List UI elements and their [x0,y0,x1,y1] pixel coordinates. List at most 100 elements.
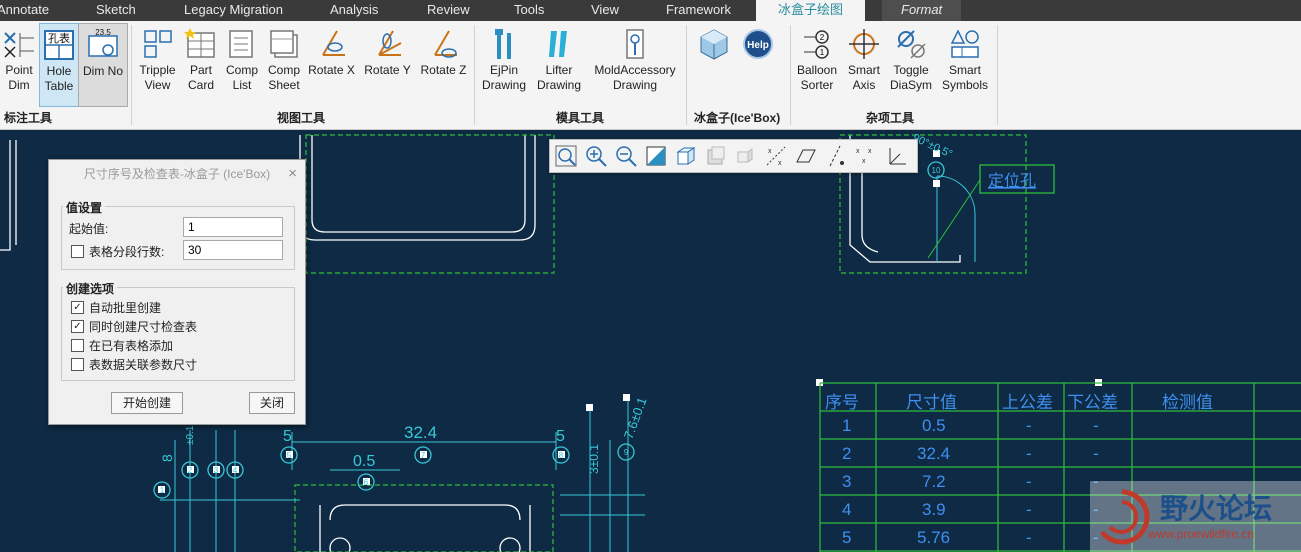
table-cell: 7.2 [922,472,946,491]
start-value-input[interactable] [183,217,283,237]
tripple-view-icon [143,30,172,58]
ejpin-drawing-button[interactable]: EjPin Drawing [478,23,530,105]
rotate-x-button[interactable]: Rotate X [305,23,358,105]
table-cell: - [1026,444,1032,463]
close-button[interactable]: 关闭 [249,392,295,414]
comp-list-button[interactable]: Comp List [222,23,262,105]
view-frames [294,134,1027,552]
group-label-misc-tools: 杂项工具 [866,111,915,125]
group-label-mold-tools: 模具工具 [556,111,605,125]
svg-text:1: 1 [820,48,825,57]
tab-sketch[interactable]: Sketch [96,0,136,21]
icebox-cube-icon [700,29,728,60]
hole-table-label: Hole Table [44,64,74,93]
group-label-view-tools: 视图工具 [277,111,326,125]
tab-format[interactable]: Format [882,0,962,21]
append-existing-table-label: 在已有表格添加 [89,339,174,353]
auto-batch-create-checkbox[interactable]: ✓ [71,301,84,314]
zoom-in-icon[interactable] [584,144,608,168]
help-button[interactable]: Help [738,23,778,105]
svg-text:x: x [862,158,866,165]
table-cell: 0.5 [922,416,946,435]
dim-no-button[interactable]: 23.5 Dim No [78,23,128,107]
display-style-icon[interactable] [674,144,698,168]
tab-framework[interactable]: Framework [666,0,731,21]
point-dim-button[interactable]: Point Dim [0,23,38,105]
ribbon-tab-bar: Annotate Sketch Legacy Migration Analysi… [0,0,1301,21]
start-create-button[interactable]: 开始创建 [111,392,183,414]
rotate-z-label: Rotate Z [420,63,467,77]
tripple-view-label: Tripple View [139,63,176,92]
zoom-out-icon[interactable] [614,144,638,168]
table-header-upper-tol: 上公差 [1002,393,1053,412]
tab-analysis[interactable]: Analysis [330,0,378,21]
ribbon-separator [686,25,687,125]
svg-text:x: x [856,148,860,155]
tab-annotate[interactable]: Annotate [0,0,49,21]
create-check-table-checkbox[interactable]: ✓ [71,320,84,333]
tab-tools[interactable]: Tools [514,0,544,21]
balloon-number: 6 [364,478,369,487]
rows-per-segment-checkbox[interactable] [71,245,84,258]
value-settings-legend: 值设置 [63,199,106,216]
hole-table-button[interactable]: 孔表 Hole Table [39,23,79,107]
tab-view[interactable]: View [591,0,619,21]
balloon-number: 4 [233,466,238,475]
comp-sheet-button[interactable]: Comp Sheet [264,23,304,105]
datum-display-icon[interactable]: xx [764,144,788,168]
view-manager-icon[interactable] [734,144,758,168]
toggle-diasym-button[interactable]: Toggle DiaSym [888,23,934,105]
svg-text:x: x [778,160,782,167]
dialog-title: 尺寸序号及检查表-冰盒子 (Ice'Box) [83,167,271,181]
refit-icon[interactable] [554,144,578,168]
table-cell: 1 [842,416,852,435]
link-param-dims-checkbox[interactable] [71,358,84,371]
toggle-diasym-label: Toggle DiaSym [889,63,932,92]
repaint-icon[interactable] [644,144,668,168]
rotate-y-button[interactable]: Rotate Y [361,23,414,105]
saved-orientations-icon[interactable] [704,144,728,168]
balloon-number: 2 [188,466,193,475]
tab-review[interactable]: Review [427,0,470,21]
rotate-z-button[interactable]: Rotate Z [417,23,470,105]
rows-per-segment-input[interactable] [183,240,283,260]
svg-text:x: x [868,148,872,155]
create-options-legend: 创建选项 [63,280,118,297]
append-existing-table-checkbox[interactable] [71,339,84,352]
smart-axis-icon [849,29,879,59]
smart-symbols-icon [950,29,979,58]
tab-legacy-migration[interactable]: Legacy Migration [184,0,283,21]
part-card-icon [184,28,215,58]
rotate-x-label: Rotate X [308,63,355,77]
ribbon-separator [474,25,475,125]
lifter-drawing-label: Lifter Drawing [536,63,581,92]
icebox-cube-button[interactable] [694,23,734,105]
part-card-button[interactable]: Part Card [182,23,220,105]
ribbon-separator [997,25,998,125]
lifter-drawing-button[interactable]: Lifter Drawing [533,23,585,105]
axis-display-icon[interactable] [824,144,848,168]
dialog-close-icon[interactable]: × [288,160,297,188]
csys-display-icon[interactable] [884,144,908,168]
watermark-url: www.proewildfire.cn [1148,527,1255,541]
moldaccessory-drawing-button[interactable]: MoldAccessory Drawing [589,23,681,105]
dimension-number-dialog[interactable]: 尺寸序号及检查表-冰盒子 (Ice'Box) × 值设置 起始值: 表格分段行数… [48,159,306,425]
point-display-icon[interactable]: x xx [854,144,878,168]
balloon-sorter-button[interactable]: 21 Balloon Sorter [794,23,840,105]
smart-symbols-button[interactable]: Smart Symbols [939,23,991,105]
plane-display-icon[interactable] [794,144,818,168]
table-cell: 4 [842,500,852,519]
tab-icebox-drawing[interactable]: 冰盒子绘图 [756,0,866,21]
dim-0-5: 0.5 [353,453,375,470]
hole-table-icon: 孔表 [44,30,74,60]
tripple-view-button[interactable]: Tripple View [135,23,180,105]
table-cell: 5 [842,528,852,547]
dim-3: 3±0.1 [587,444,601,474]
point-dim-icon [4,32,34,58]
comp-list-icon [229,30,253,58]
balloon-number: 1 [160,486,165,495]
table-cell: 3.9 [922,500,946,519]
table-cell: - [1026,528,1032,547]
callout-note: 定位孔 [979,164,1055,194]
smart-axis-button[interactable]: Smart Axis [843,23,885,105]
